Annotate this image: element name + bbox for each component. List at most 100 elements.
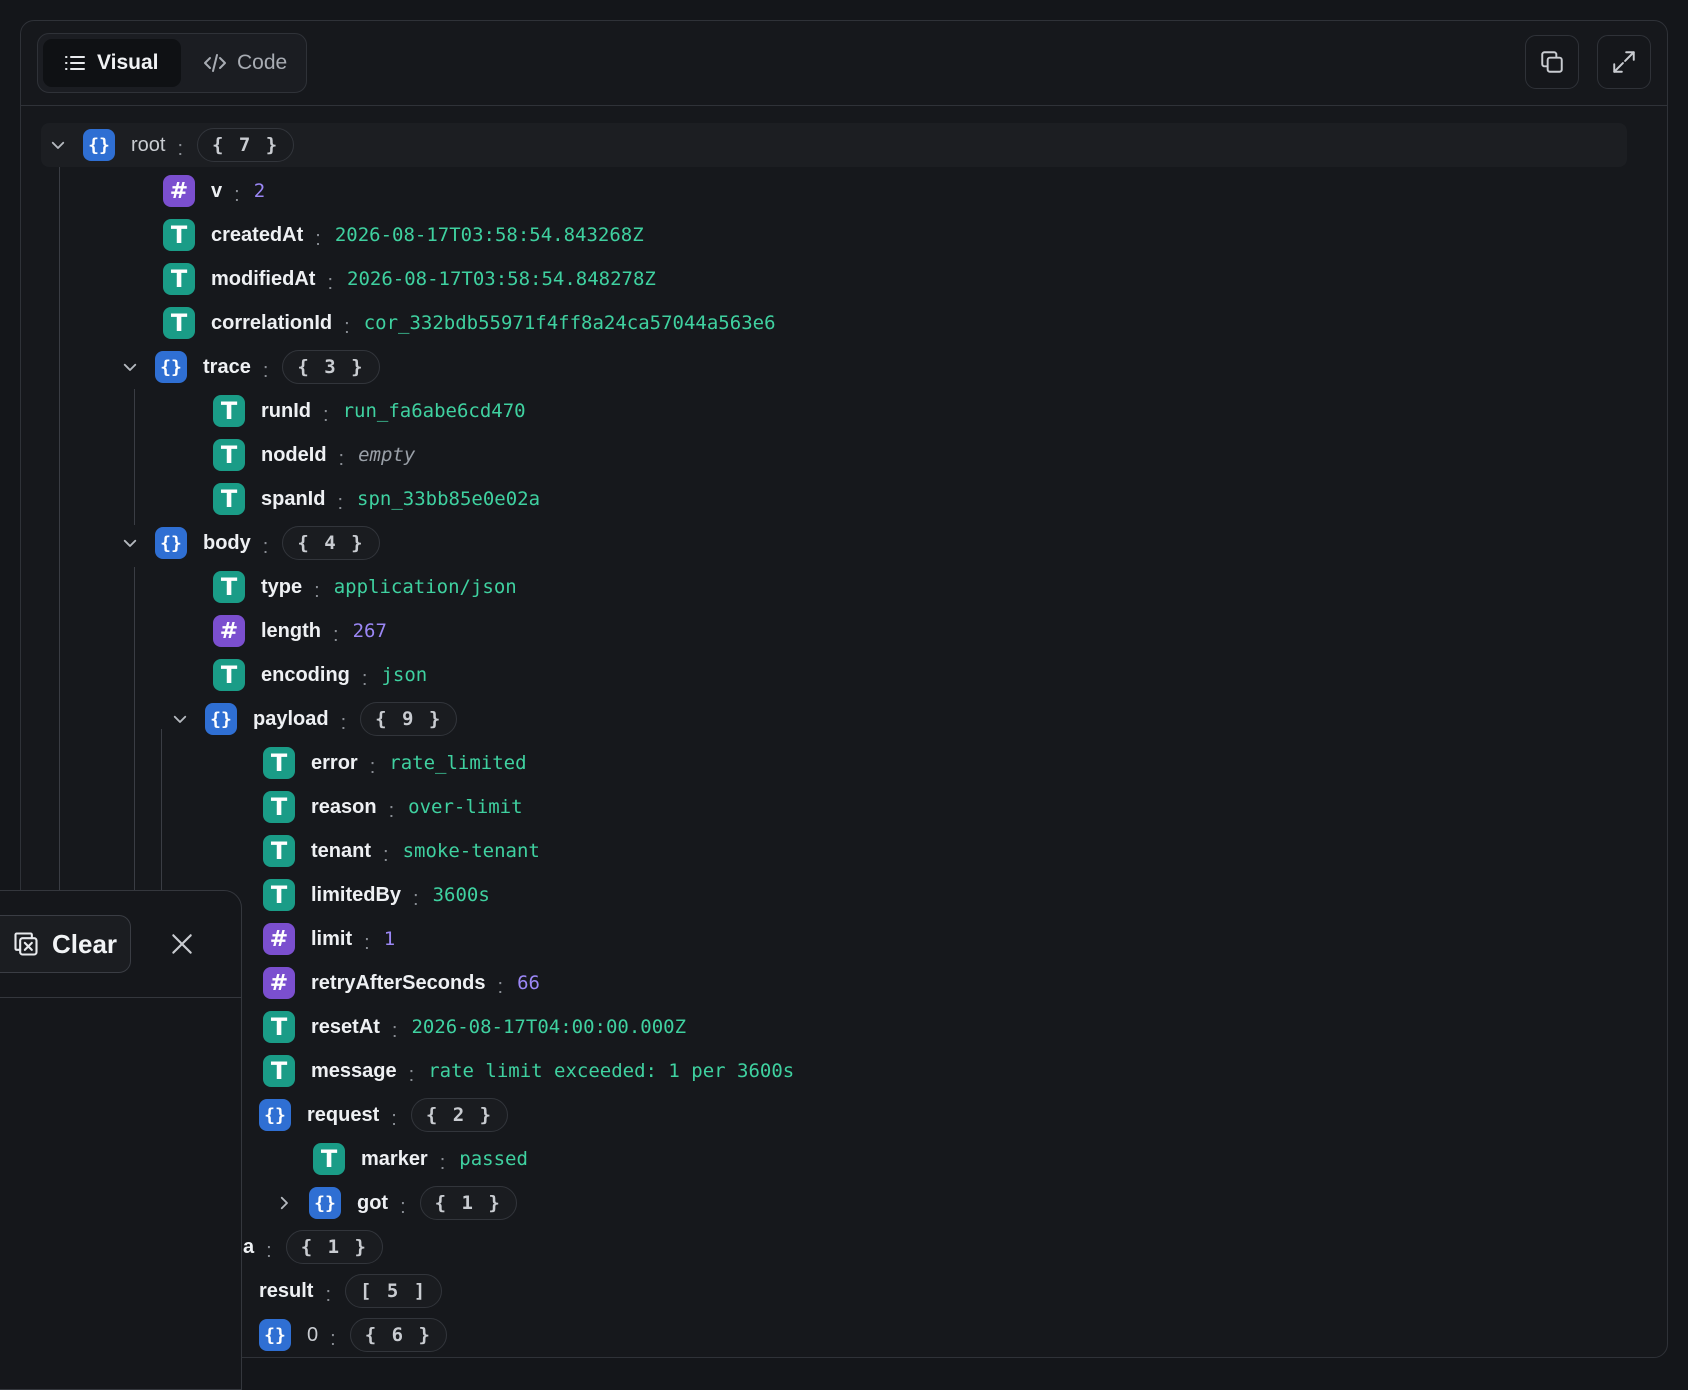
number-type-icon: # bbox=[263, 967, 295, 999]
key-separator: : bbox=[315, 227, 321, 250]
node-value: 2 bbox=[253, 180, 266, 202]
node-key: request bbox=[307, 1103, 380, 1126]
node-key: root bbox=[131, 133, 166, 156]
chevron-down-icon[interactable] bbox=[119, 532, 141, 554]
child-count-badge: { 1 } bbox=[419, 1186, 517, 1220]
tree-node-length[interactable]: # length : 267 bbox=[213, 611, 387, 651]
close-button[interactable] bbox=[169, 931, 195, 957]
node-key: nodeId bbox=[261, 443, 327, 466]
tree-node-trace[interactable]: {} trace : { 3 } bbox=[119, 347, 380, 387]
node-key: tenant bbox=[311, 839, 371, 862]
chevron-down-icon[interactable] bbox=[119, 356, 141, 378]
tree-node-createdAt[interactable]: T createdAt : 2026-08-17T03:58:54.843268… bbox=[163, 215, 644, 255]
object-type-icon: {} bbox=[259, 1319, 291, 1351]
tree-node-root[interactable]: {} root : { 7 } bbox=[47, 125, 295, 165]
chevron-right-icon[interactable] bbox=[273, 1192, 295, 1214]
tree-node-result[interactable]: result : [ 5 ] bbox=[259, 1271, 443, 1311]
tree-node-item-0[interactable]: {} 0 : { 6 } bbox=[259, 1315, 447, 1355]
tree-node-a[interactable]: a : { 1 } bbox=[243, 1227, 383, 1267]
overlay-divider bbox=[0, 997, 241, 998]
key-separator: : bbox=[369, 755, 376, 778]
key-separator: : bbox=[266, 1239, 272, 1262]
tree-node-retryAfterSeconds[interactable]: # retryAfterSeconds : 66 bbox=[263, 963, 540, 1003]
node-key: limitedBy bbox=[311, 883, 402, 906]
tree-node-body[interactable]: {} body : { 4 } bbox=[119, 523, 380, 563]
tree-node-tenant[interactable]: T tenant : smoke-tenant bbox=[263, 831, 540, 871]
tree-node-reason[interactable]: T reason : over-limit bbox=[263, 787, 523, 827]
tree-node-modifiedAt[interactable]: T modifiedAt : 2026-08-17T03:58:54.84827… bbox=[163, 259, 656, 299]
tree-node-v[interactable]: # v : 2 bbox=[163, 171, 265, 211]
tab-code[interactable]: Code bbox=[183, 39, 301, 87]
tab-visual[interactable]: Visual bbox=[43, 39, 181, 87]
tree-node-type[interactable]: T type : application/json bbox=[213, 567, 517, 607]
child-count-badge: { 9 } bbox=[360, 702, 458, 736]
tree-node-spanId[interactable]: T spanId : spn_33bb85e0e02a bbox=[213, 479, 540, 519]
code-icon bbox=[204, 54, 226, 72]
clear-button-label: Clear bbox=[52, 928, 118, 959]
node-key: resetAt bbox=[311, 1015, 380, 1038]
tab-code-label: Code bbox=[237, 51, 288, 74]
node-key: trace bbox=[203, 355, 251, 378]
fullscreen-button[interactable] bbox=[1597, 35, 1651, 89]
node-key: reason bbox=[311, 795, 377, 818]
clear-button[interactable]: Clear bbox=[0, 915, 131, 973]
string-type-icon: T bbox=[263, 791, 295, 823]
clear-icon bbox=[14, 932, 38, 956]
node-key: error bbox=[311, 751, 358, 774]
node-key: modifiedAt bbox=[211, 267, 316, 290]
child-count-badge: { 1 } bbox=[285, 1230, 383, 1264]
tree-node-nodeId[interactable]: T nodeId : empty bbox=[213, 435, 415, 475]
json-tree: {} root : { 7 } # v : 2 T createdAt : 20… bbox=[21, 105, 1667, 1357]
chevron-down-icon[interactable] bbox=[47, 134, 69, 156]
key-separator: : bbox=[337, 491, 344, 514]
node-key: result bbox=[259, 1279, 314, 1302]
chevron-down-icon[interactable] bbox=[169, 708, 191, 730]
close-icon bbox=[172, 934, 192, 954]
tree-node-limit[interactable]: # limit : 1 bbox=[263, 919, 395, 959]
string-type-icon: T bbox=[213, 571, 245, 603]
key-separator: : bbox=[361, 667, 368, 690]
tree-node-runId[interactable]: T runId : run_fa6abe6cd470 bbox=[213, 391, 526, 431]
object-type-icon: {} bbox=[155, 351, 187, 383]
tree-node-payload[interactable]: {} payload : { 9 } bbox=[169, 699, 458, 739]
copy-icon bbox=[1541, 51, 1563, 73]
node-value: rate_limited bbox=[389, 752, 527, 774]
tree-node-request[interactable]: {} request : { 2 } bbox=[259, 1095, 509, 1135]
string-type-icon: T bbox=[213, 439, 245, 471]
string-type-icon: T bbox=[263, 1011, 295, 1043]
tree-node-resetAt[interactable]: T resetAt : 2026-08-17T04:00:00.000Z bbox=[263, 1007, 686, 1047]
tree-node-got[interactable]: {} got : { 1 } bbox=[273, 1183, 517, 1223]
string-type-icon: T bbox=[263, 747, 295, 779]
node-key: body bbox=[203, 531, 251, 554]
viewer-toolbar: Visual Code bbox=[21, 21, 1667, 106]
string-type-icon: T bbox=[163, 263, 195, 295]
node-key: spanId bbox=[261, 487, 326, 510]
node-key: correlationId bbox=[211, 311, 333, 334]
node-value: cor_332bdb55971f4ff8a24ca57044a563e6 bbox=[363, 312, 776, 334]
tree-node-marker[interactable]: T marker : passed bbox=[313, 1139, 528, 1179]
tree-node-error[interactable]: T error : rate_limited bbox=[263, 743, 527, 783]
key-separator: : bbox=[314, 579, 320, 602]
tree-node-message[interactable]: T message : rate limit exceeded: 1 per 3… bbox=[263, 1051, 794, 1091]
node-value: 3600s bbox=[432, 884, 490, 906]
key-separator: : bbox=[330, 1327, 336, 1350]
list-icon bbox=[65, 56, 85, 70]
node-value: smoke-tenant bbox=[402, 840, 540, 862]
view-mode-tabs: Visual Code bbox=[37, 33, 307, 93]
node-value: spn_33bb85e0e02a bbox=[357, 488, 541, 510]
clear-overlay-panel: Clear bbox=[0, 890, 242, 1390]
child-count-badge: { 2 } bbox=[410, 1098, 509, 1132]
key-separator: : bbox=[262, 359, 269, 382]
key-separator: : bbox=[408, 1063, 415, 1086]
node-key: marker bbox=[361, 1147, 428, 1170]
tree-node-correlationId[interactable]: T correlationId : cor_332bdb55971f4ff8a2… bbox=[163, 303, 776, 343]
object-type-icon: {} bbox=[259, 1099, 291, 1131]
node-key: message bbox=[311, 1059, 397, 1082]
tree-node-encoding[interactable]: T encoding : json bbox=[213, 655, 427, 695]
key-separator: : bbox=[338, 447, 345, 470]
node-value: json bbox=[381, 664, 428, 686]
tree-node-limitedBy[interactable]: T limitedBy : 3600s bbox=[263, 875, 490, 915]
string-type-icon: T bbox=[163, 307, 195, 339]
copy-button[interactable] bbox=[1525, 35, 1579, 89]
child-count-badge: { 6 } bbox=[349, 1318, 447, 1352]
